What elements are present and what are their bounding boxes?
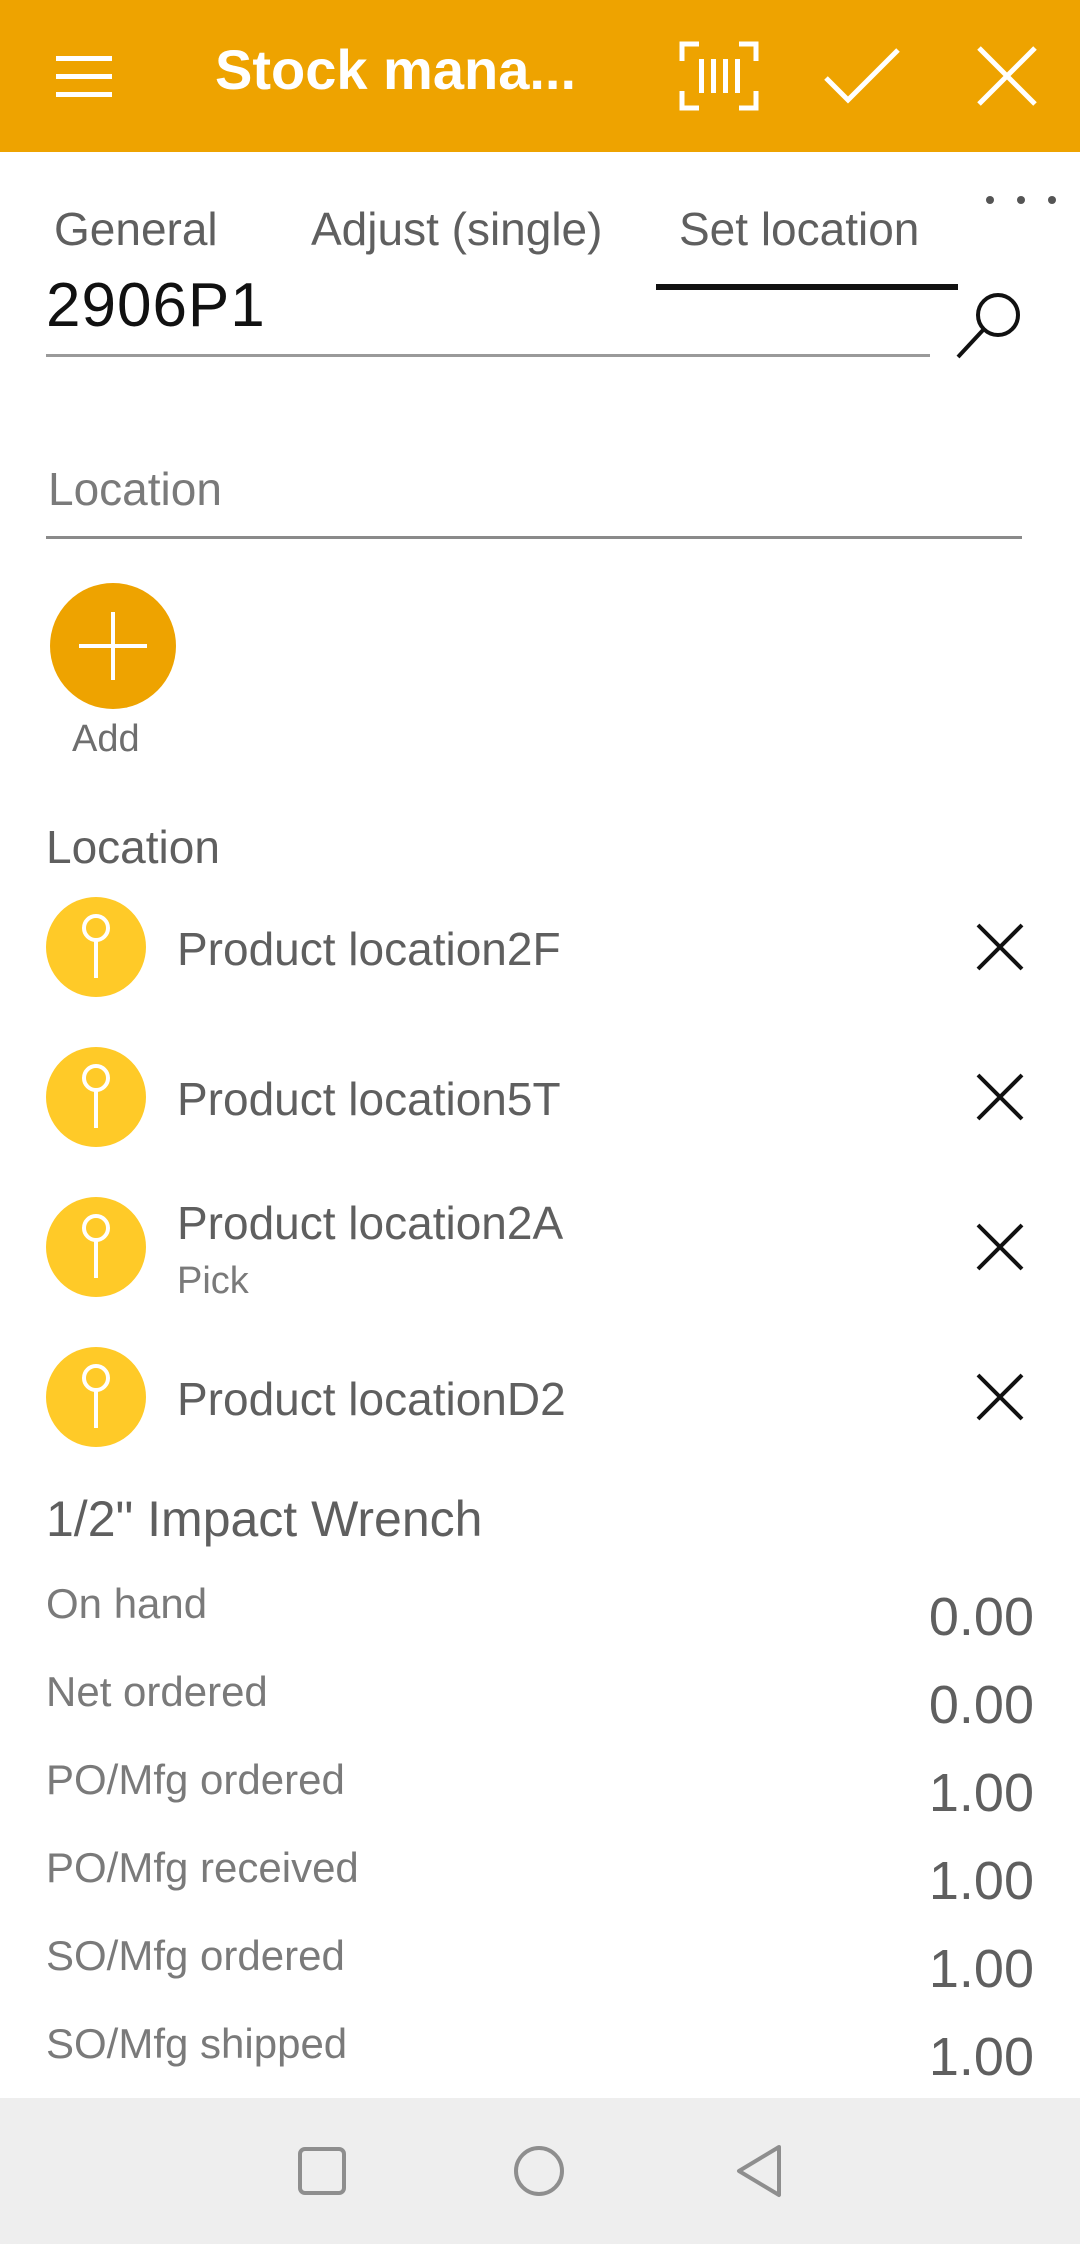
close-icon (976, 1373, 1024, 1421)
location-pin-icon (46, 1347, 146, 1447)
close-button[interactable] (955, 24, 1059, 128)
detail-label: On hand (46, 1580, 208, 1627)
detail-row-on-hand: On hand 0.00 (0, 1580, 1080, 1668)
back-button[interactable] (724, 2136, 794, 2206)
back-triangle-icon (737, 2145, 781, 2197)
barcode-scan-button[interactable] (667, 24, 771, 128)
detail-value: 1.00 (928, 1939, 1034, 1999)
menu-icon (56, 56, 112, 97)
close-icon (977, 46, 1037, 106)
barcode-scan-icon (679, 41, 759, 111)
location-item[interactable]: Product location5T (0, 1022, 1080, 1172)
detail-value: 1.00 (928, 1851, 1034, 1911)
detail-value: 1.00 (928, 1763, 1034, 1823)
locations-section-title: Location (46, 821, 220, 873)
search-icon (956, 293, 1020, 359)
page-title: Stock mana... (215, 38, 577, 101)
close-icon (976, 1073, 1024, 1121)
location-pin-icon (46, 1197, 146, 1297)
more-options-button[interactable] (986, 180, 1056, 220)
product-name: 1/2" Impact Wrench (46, 1491, 483, 1547)
app-bar: Stock mana... (0, 0, 1080, 152)
detail-value: 1.00 (928, 2027, 1034, 2087)
close-icon (976, 1223, 1024, 1271)
detail-row-net-ordered: Net ordered 0.00 (0, 1668, 1080, 1756)
location-name: Product location2F (177, 923, 561, 975)
location-item[interactable]: Product locationD2 (0, 1322, 1080, 1472)
detail-row-po-ordered: PO/Mfg ordered 1.00 (0, 1756, 1080, 1844)
add-location-button[interactable] (50, 583, 176, 709)
checkmark-icon (824, 48, 900, 104)
recents-square-icon (298, 2147, 346, 2195)
menu-button[interactable] (32, 24, 136, 128)
remove-location-button[interactable] (970, 1367, 1030, 1427)
detail-value: 0.00 (928, 1675, 1034, 1735)
location-item[interactable]: Product location2F (0, 872, 1080, 1022)
location-name: Product locationD2 (177, 1373, 566, 1425)
system-nav-bar (0, 2098, 1080, 2244)
location-name: Product location5T (177, 1073, 561, 1125)
more-horizontal-icon (986, 196, 994, 204)
detail-label: PO/Mfg received (46, 1844, 359, 1891)
location-input[interactable]: Location (48, 462, 222, 516)
close-icon (976, 923, 1024, 971)
detail-label: Net ordered (46, 1668, 268, 1715)
plus-icon (79, 612, 147, 680)
home-circle-icon (514, 2146, 564, 2196)
search-button[interactable] (950, 285, 1030, 365)
detail-row-so-shipped: SO/Mfg shipped 1.00 (0, 2020, 1080, 2108)
detail-row-so-ordered: SO/Mfg ordered 1.00 (0, 1932, 1080, 2020)
confirm-button[interactable] (810, 24, 914, 128)
search-underline (46, 354, 930, 357)
recents-button[interactable] (287, 2136, 357, 2206)
remove-location-button[interactable] (970, 917, 1030, 977)
detail-label: SO/Mfg shipped (46, 2020, 348, 2067)
detail-label: PO/Mfg ordered (46, 1756, 345, 1803)
detail-value: 0.00 (928, 1587, 1034, 1647)
remove-location-button[interactable] (970, 1217, 1030, 1277)
tab-adjust-single[interactable]: Adjust (single) (311, 202, 602, 256)
location-pin-icon (46, 897, 146, 997)
tab-set-location[interactable]: Set location (679, 202, 919, 256)
location-name: Product location2A (177, 1197, 564, 1249)
home-button[interactable] (504, 2136, 574, 2206)
location-pin-icon (46, 1047, 146, 1147)
location-input-underline (46, 536, 1022, 539)
location-type: Pick (177, 1260, 249, 1302)
location-item[interactable]: Product location2A Pick (0, 1172, 1080, 1322)
detail-row-po-received: PO/Mfg received 1.00 (0, 1844, 1080, 1932)
remove-location-button[interactable] (970, 1067, 1030, 1127)
detail-label: SO/Mfg ordered (46, 1932, 345, 1979)
tab-general[interactable]: General (54, 202, 218, 256)
item-search-input[interactable]: 2906P1 (46, 270, 930, 341)
add-label: Add (72, 718, 140, 760)
